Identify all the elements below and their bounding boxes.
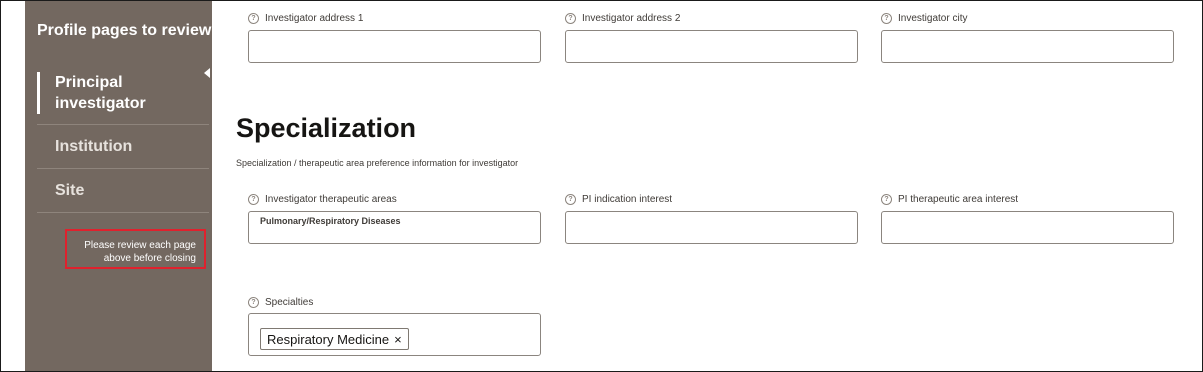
- help-icon[interactable]: ?: [881, 13, 892, 24]
- left-margin: [1, 1, 25, 371]
- help-icon[interactable]: ?: [248, 194, 259, 205]
- specialties-input[interactable]: Respiratory Medicine ×: [248, 313, 541, 356]
- address-2-input[interactable]: [565, 30, 858, 63]
- help-icon[interactable]: ?: [565, 194, 576, 205]
- main-content: ? Investigator address 1 ? Investigator …: [212, 1, 1202, 371]
- remove-chip-icon[interactable]: ×: [394, 332, 402, 347]
- sidebar-item-principal-investigator[interactable]: Principal investigator: [37, 72, 209, 114]
- nav-divider: [37, 212, 209, 213]
- therapeutic-areas-input[interactable]: Pulmonary/Respiratory Diseases: [248, 211, 541, 244]
- address-1-label-text: Investigator address 1: [265, 13, 364, 24]
- address-1-input[interactable]: [248, 30, 541, 63]
- help-icon[interactable]: ?: [881, 194, 892, 205]
- specialties-label: ? Specialties: [248, 297, 313, 308]
- city-label-text: Investigator city: [898, 13, 968, 24]
- therapeutic-area-interest-label: ? PI therapeutic area interest: [881, 194, 1018, 205]
- sidebar-item-site[interactable]: Site: [37, 180, 209, 201]
- therapeutic-area-interest-label-text: PI therapeutic area interest: [898, 194, 1019, 205]
- therapeutic-area-interest-input[interactable]: [881, 211, 1174, 244]
- nav-divider: [37, 168, 209, 169]
- review-sidebar: Profile pages to review Principal invest…: [25, 1, 212, 371]
- address-2-label: ? Investigator address 2: [565, 13, 680, 24]
- review-notice: Please review each page above before clo…: [65, 229, 206, 269]
- address-1-label: ? Investigator address 1: [248, 13, 363, 24]
- help-icon[interactable]: ?: [248, 297, 259, 308]
- therapeutic-areas-label: ? Investigator therapeutic areas: [248, 194, 397, 205]
- indication-interest-label-text: PI indication interest: [582, 194, 673, 205]
- help-icon[interactable]: ?: [565, 13, 576, 24]
- specialties-label-text: Specialties: [265, 297, 314, 308]
- specialty-chip: Respiratory Medicine ×: [260, 328, 409, 350]
- profile-review-window: Profile pages to review Principal invest…: [0, 0, 1203, 372]
- nav-divider: [37, 124, 209, 125]
- section-description: Specialization / therapeutic area prefer…: [236, 158, 519, 168]
- indication-interest-input[interactable]: [565, 211, 858, 244]
- therapeutic-areas-label-text: Investigator therapeutic areas: [265, 194, 397, 205]
- section-title: Specialization: [236, 113, 417, 143]
- help-icon[interactable]: ?: [248, 13, 259, 24]
- therapeutic-areas-value: Pulmonary/Respiratory Diseases: [260, 216, 401, 226]
- sidebar-item-institution[interactable]: Institution: [37, 136, 209, 157]
- active-caret-icon: [204, 68, 210, 78]
- address-2-label-text: Investigator address 2: [582, 13, 681, 24]
- specialty-chip-label: Respiratory Medicine: [267, 331, 390, 347]
- sidebar-title: Profile pages to review: [37, 22, 212, 39]
- city-input[interactable]: [881, 30, 1174, 63]
- indication-interest-label: ? PI indication interest: [565, 194, 672, 205]
- city-label: ? Investigator city: [881, 13, 967, 24]
